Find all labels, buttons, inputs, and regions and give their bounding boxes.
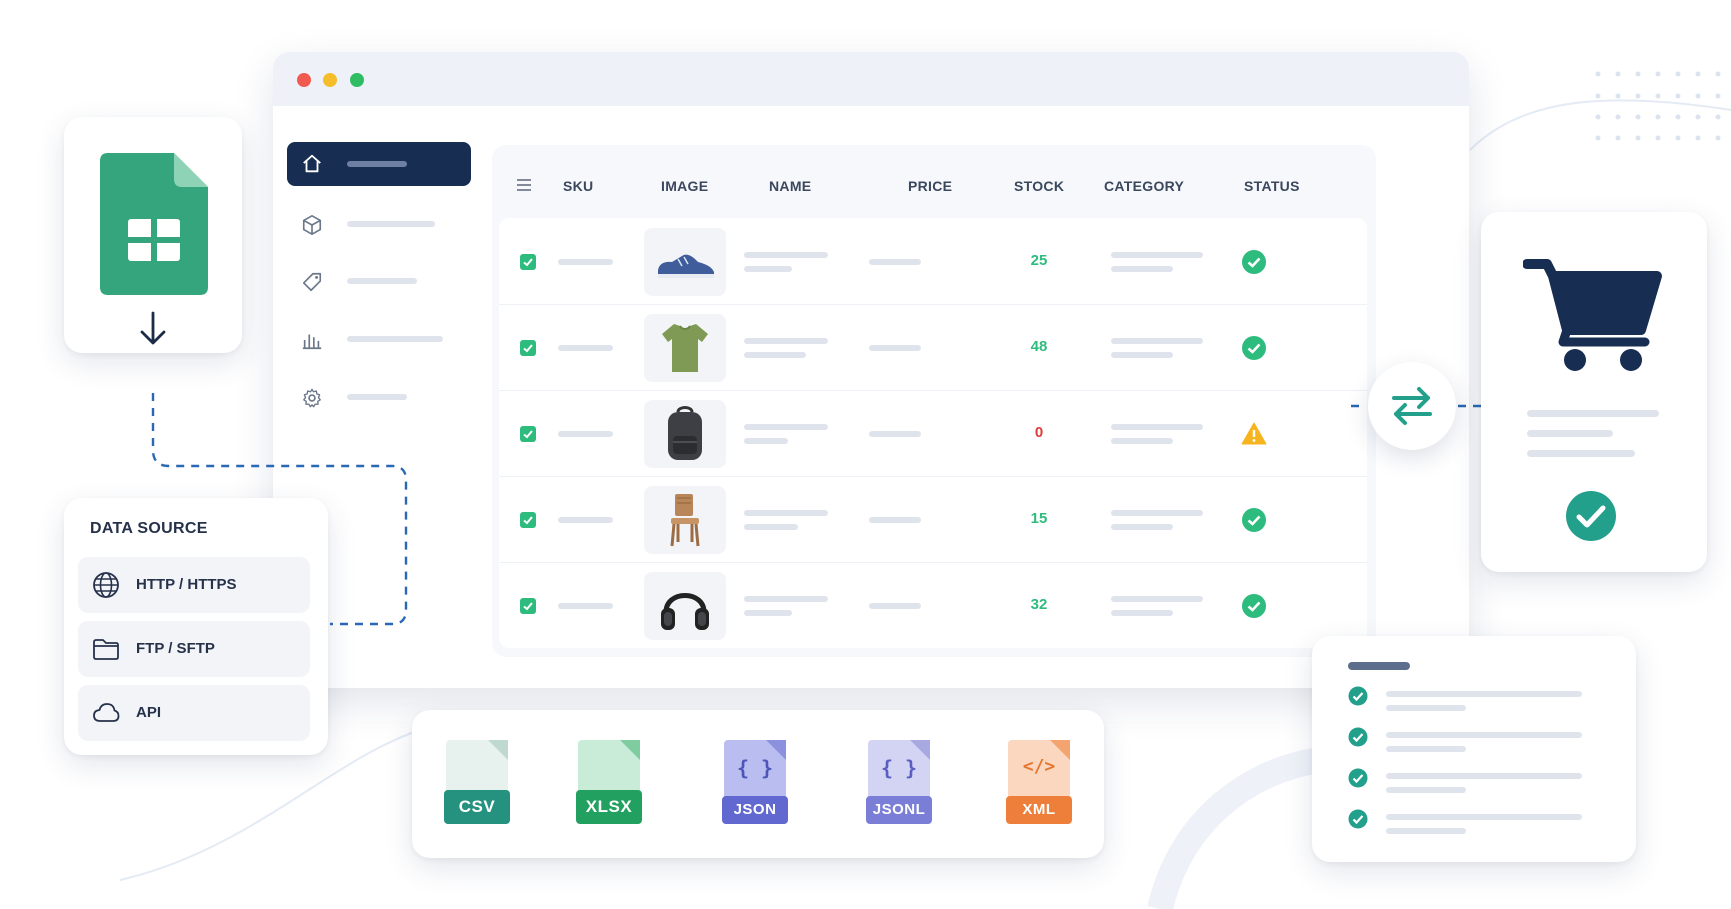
product-image-backpack	[644, 400, 726, 468]
app-window: SKU IMAGE NAME PRICE STOCK CATEGORY STAT…	[273, 52, 1469, 688]
folder-icon	[93, 639, 119, 660]
format-csv-label: CSV	[444, 790, 510, 824]
list-menu-icon[interactable]	[516, 178, 532, 192]
minimize-window-dot[interactable]	[323, 73, 337, 87]
column-header-price[interactable]: PRICE	[908, 178, 952, 194]
format-csv[interactable]: CSV	[444, 740, 510, 828]
title-bar	[273, 52, 1469, 106]
status-ok-icon	[1242, 336, 1266, 360]
box-icon	[302, 215, 322, 235]
row-checkbox[interactable]	[520, 512, 536, 528]
sidebar-item-settings[interactable]	[287, 377, 471, 417]
spreadsheet-file-icon	[100, 153, 208, 295]
column-header-image[interactable]: IMAGE	[661, 178, 708, 194]
stock-value: 48	[1030, 338, 1048, 355]
checklist-card	[1312, 636, 1636, 862]
table-row[interactable]: 0	[499, 390, 1367, 477]
status-ok-icon	[1242, 594, 1266, 618]
sku-placeholder	[558, 259, 613, 265]
product-image-t-shirt	[644, 314, 726, 382]
product-image-headphones	[644, 572, 726, 640]
data-source-title: DATA SOURCE	[90, 520, 208, 537]
sidebar-item-products[interactable]	[287, 204, 471, 244]
table-row[interactable]: 48	[499, 304, 1367, 391]
home-icon	[303, 154, 321, 173]
data-source-http-label: HTTP / HTTPS	[136, 576, 237, 593]
stock-value: 15	[1030, 510, 1048, 527]
data-source-http[interactable]: HTTP / HTTPS	[78, 557, 310, 613]
maximize-window-dot[interactable]	[350, 73, 364, 87]
table-row[interactable]: 32	[499, 562, 1367, 648]
shopping-cart-icon	[1523, 259, 1662, 371]
data-source-api-label: API	[136, 704, 162, 721]
stock-value: 32	[1030, 596, 1048, 613]
product-image-chair	[644, 486, 726, 554]
arrow-down-icon	[140, 311, 166, 345]
column-header-name[interactable]: NAME	[769, 178, 811, 194]
format-jsonl-label: JSONL	[866, 796, 932, 824]
row-checkbox[interactable]	[520, 426, 536, 442]
format-json-label: JSON	[722, 796, 788, 824]
check-circle-icon	[1348, 809, 1368, 829]
tag-icon	[302, 272, 322, 292]
status-ok-icon	[1242, 508, 1266, 532]
data-source-ftp[interactable]: FTP / SFTP	[78, 621, 310, 677]
row-checkbox[interactable]	[520, 598, 536, 614]
format-xlsx-label: XLSX	[576, 790, 642, 824]
sidebar-item-home[interactable]	[287, 142, 471, 186]
store-card	[1481, 212, 1707, 572]
data-source-api[interactable]: API	[78, 685, 310, 741]
cloud-icon	[93, 703, 120, 722]
sync-button[interactable]	[1368, 362, 1456, 450]
stock-value: 0	[1034, 424, 1044, 441]
close-window-dot[interactable]	[297, 73, 311, 87]
sidebar-item-analytics[interactable]	[287, 319, 471, 359]
row-checkbox[interactable]	[520, 340, 536, 356]
format-xml[interactable]: </> XML	[1006, 740, 1072, 828]
status-ok-icon	[1242, 250, 1266, 274]
format-json[interactable]: { } JSON	[722, 740, 788, 828]
table-row[interactable]: 15	[499, 476, 1367, 563]
globe-icon	[93, 572, 119, 598]
gear-icon	[303, 388, 321, 408]
braces-icon: { }	[880, 756, 918, 780]
table-body: 25 48 0 15 32	[499, 218, 1367, 648]
code-tag-icon: </>	[1022, 756, 1056, 777]
bar-chart-icon	[302, 334, 322, 350]
status-warning-icon	[1241, 422, 1267, 445]
braces-icon: { }	[736, 756, 774, 780]
data-source-panel: DATA SOURCE HTTP / HTTPS FTP / SFTP API	[64, 498, 328, 755]
spreadsheet-file-card[interactable]	[64, 117, 242, 353]
check-circle-icon	[1348, 768, 1368, 788]
success-check-icon	[1566, 491, 1616, 541]
column-header-stock[interactable]: STOCK	[1014, 178, 1064, 194]
format-xlsx[interactable]: XLSX	[576, 740, 642, 828]
row-checkbox[interactable]	[520, 254, 536, 270]
product-image-sneaker	[644, 228, 726, 296]
stock-value: 25	[1030, 252, 1048, 269]
table-row[interactable]: 25	[499, 218, 1367, 305]
column-header-status[interactable]: STATUS	[1244, 178, 1300, 194]
column-header-sku[interactable]: SKU	[563, 178, 593, 194]
check-circle-icon	[1348, 686, 1368, 706]
product-table: SKU IMAGE NAME PRICE STOCK CATEGORY STAT…	[492, 145, 1376, 657]
data-source-ftp-label: FTP / SFTP	[136, 640, 215, 657]
file-formats-panel: CSV XLSX { } JSON { } JSONL </> XML	[412, 710, 1104, 858]
sidebar-item-tags[interactable]	[287, 261, 471, 301]
format-xml-label: XML	[1006, 796, 1072, 824]
column-header-category[interactable]: CATEGORY	[1104, 178, 1184, 194]
check-circle-icon	[1348, 727, 1368, 747]
format-jsonl[interactable]: { } JSONL	[866, 740, 932, 828]
sync-arrows-icon	[1392, 387, 1432, 425]
